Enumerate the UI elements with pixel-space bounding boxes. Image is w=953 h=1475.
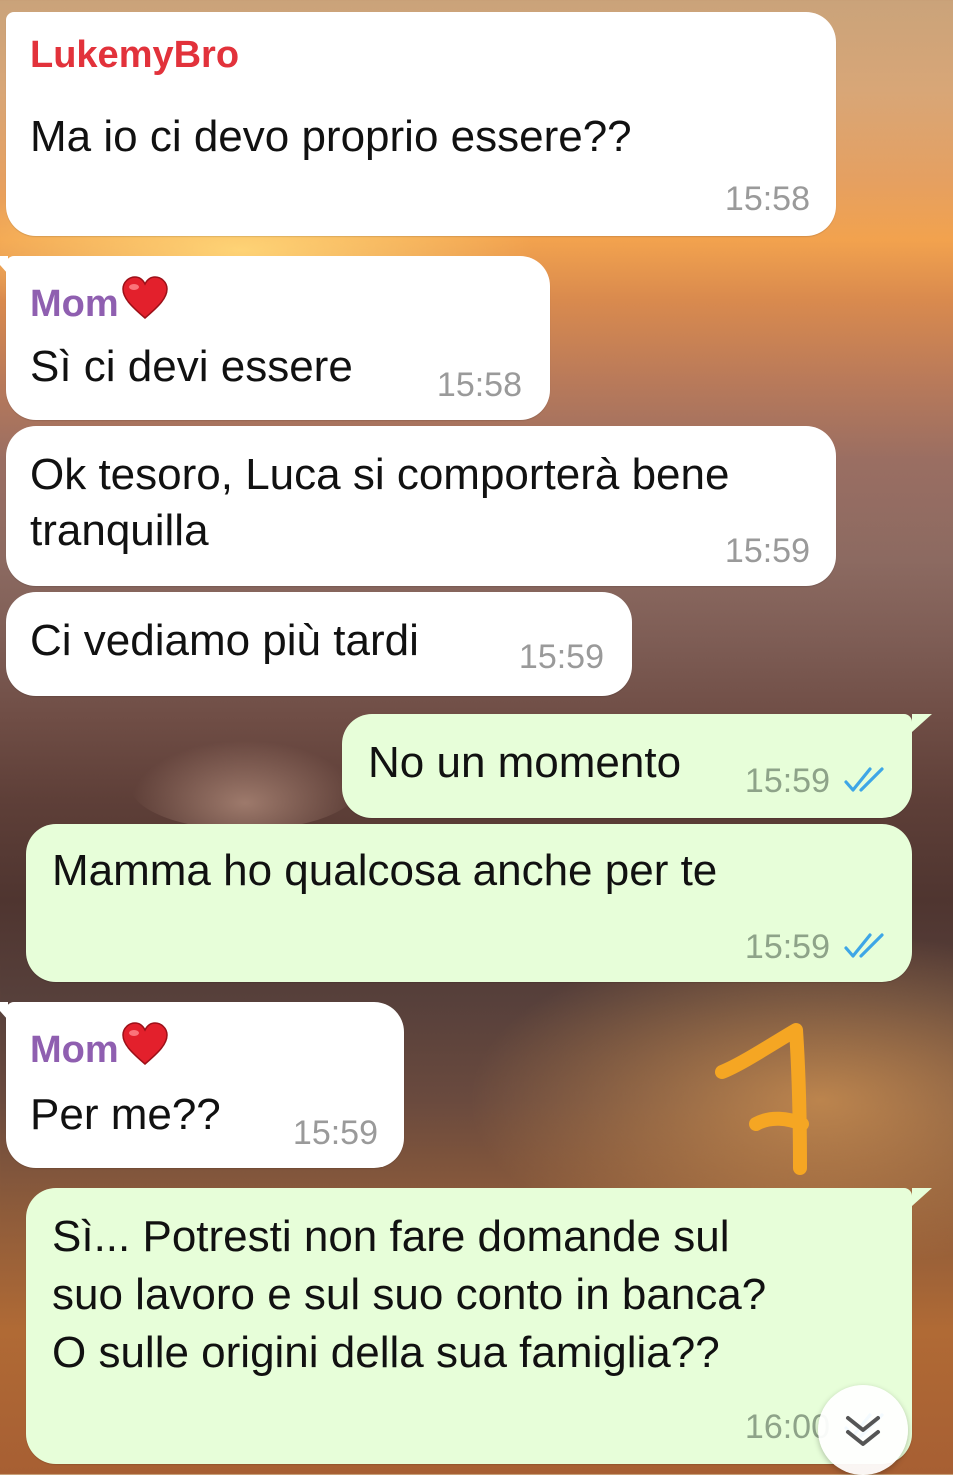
message-text: Ma io ci devo proprio essere??: [30, 112, 632, 161]
message-time: 15:58: [724, 180, 810, 218]
bubble-tail: [0, 1002, 8, 1020]
heart-emoji-icon: [121, 1022, 169, 1076]
double-check-read-icon: [844, 767, 884, 792]
bubble-tail: [0, 256, 8, 274]
message-time: 15:59: [292, 1114, 378, 1152]
message-text-line1: Sì... Potresti non fare domande sul: [52, 1212, 730, 1261]
incoming-message-bubble[interactable]: Ok tesoro, Luca si comporterà bene tranq…: [6, 426, 836, 586]
outgoing-message-bubble[interactable]: No un momento 15:59: [342, 714, 932, 818]
incoming-message-bubble[interactable]: Ci vediamo più tardi 15:59: [6, 592, 632, 696]
sender-name-lukemybro[interactable]: LukemyBro: [30, 34, 239, 77]
message-text: Per me??: [30, 1090, 221, 1139]
message-text-line1: Ok tesoro, Luca si comporterà bene: [30, 450, 730, 499]
incoming-message-bubble[interactable]: Mom Per me?? 15:59: [0, 1002, 404, 1168]
handwritten-seven-annotation: [715, 1023, 809, 1175]
sender-name-mom[interactable]: Mom: [30, 1022, 169, 1076]
message-time: 15:59: [744, 762, 830, 800]
outgoing-message-bubble[interactable]: Mamma ho qualcosa anche per te 15:59: [26, 824, 912, 982]
message-time: 15:59: [744, 928, 830, 966]
incoming-message-bubble[interactable]: LukemyBro Ma io ci devo proprio essere??…: [6, 12, 836, 236]
sender-name-text: Mom: [30, 1029, 119, 1071]
message-time: 15:58: [436, 366, 522, 404]
message-text: Sì ci devi essere: [30, 342, 353, 391]
scroll-to-bottom-button[interactable]: [818, 1385, 908, 1475]
message-text: Ci vediamo più tardi: [30, 616, 419, 665]
double-check-read-icon: [844, 933, 884, 958]
sender-name-text: Mom: [30, 283, 119, 325]
sender-name-mom[interactable]: Mom: [30, 276, 169, 330]
bubble-tail: [912, 1188, 932, 1206]
heart-emoji-icon: [121, 276, 169, 330]
message-text: No un momento: [368, 738, 682, 787]
bubble-tail: [912, 714, 932, 732]
message-time: 15:59: [724, 532, 810, 570]
message-text-line3: O sulle origini della sua famiglia??: [52, 1328, 720, 1377]
message-time: 15:59: [518, 638, 604, 676]
incoming-message-bubble[interactable]: Mom Sì ci devi essere 15:58: [0, 256, 550, 420]
message-text-line2: tranquilla: [30, 506, 209, 555]
message-text-line2: suo lavoro e sul suo conto in banca?: [52, 1270, 767, 1319]
background-shell-decoration: [130, 740, 360, 830]
outgoing-message-bubble[interactable]: Sì... Potresti non fare domande sul suo …: [26, 1188, 932, 1464]
message-text: Mamma ho qualcosa anche per te: [52, 846, 718, 895]
double-chevron-down-icon: [846, 1416, 880, 1446]
